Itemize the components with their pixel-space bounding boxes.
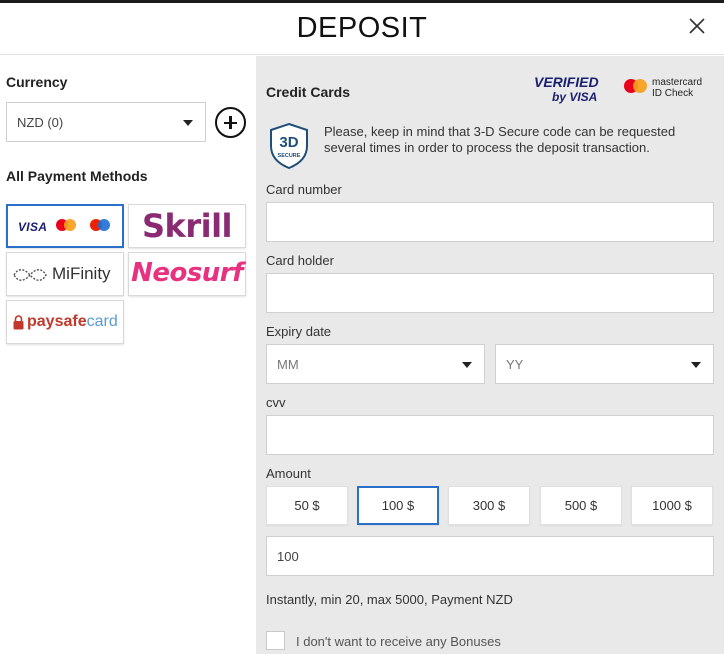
- card-number-label: Card number: [266, 182, 342, 197]
- card-holder-label: Card holder: [266, 253, 334, 268]
- amount-preset-500[interactable]: 500 $: [540, 486, 622, 525]
- mifinity-logo-text: MiFinity: [52, 264, 111, 283]
- expiry-year-select[interactable]: YY: [495, 344, 714, 384]
- skrill-logo: Skrill: [141, 207, 233, 245]
- amount-preset-50[interactable]: 50 $: [266, 486, 348, 525]
- limits-info: Instantly, min 20, max 5000, Payment NZD: [266, 592, 513, 607]
- modal-title: DEPOSIT: [296, 12, 428, 44]
- left-panel: Currency NZD (0) All Payment Methods VIS…: [0, 56, 256, 654]
- section-title: Credit Cards: [266, 84, 351, 100]
- amount-preset-1000[interactable]: 1000 $: [631, 486, 713, 525]
- amount-value: 100: [277, 549, 299, 564]
- payment-methods-label: All Payment Methods: [6, 168, 148, 184]
- mifinity-icon: [12, 267, 48, 283]
- paysafecard-logo: paysafecard: [27, 313, 118, 330]
- mastercard-id-check-logo: mastercard ID Check: [622, 76, 712, 102]
- 3d-secure-icon: 3D SECURE: [268, 122, 310, 170]
- svg-text:3D: 3D: [279, 134, 298, 151]
- currency-label: Currency: [6, 74, 68, 90]
- amount-preset-300[interactable]: 300 $: [448, 486, 530, 525]
- cvv-input[interactable]: [266, 415, 714, 455]
- amount-input[interactable]: 100: [266, 536, 714, 576]
- amount-label: Amount: [266, 466, 311, 481]
- expiry-date-label: Expiry date: [266, 324, 332, 339]
- card-holder-input[interactable]: [266, 273, 714, 313]
- amount-preset-100[interactable]: 100 $: [357, 486, 439, 525]
- cvv-label: cvv: [266, 395, 286, 410]
- no-bonus-label: I don't want to receive any Bonuses: [296, 634, 501, 649]
- currency-select[interactable]: NZD (0): [6, 102, 206, 142]
- close-icon[interactable]: [686, 15, 708, 37]
- expiry-month-select[interactable]: MM: [266, 344, 485, 384]
- visa-logo: VISA: [18, 220, 48, 234]
- payment-method-neosurf[interactable]: Neosurf: [128, 252, 246, 296]
- mastercard-icon: [624, 79, 647, 93]
- neosurf-logo: Neosurf: [131, 258, 243, 288]
- verified-by-visa-logo: VERIFIED by VISA: [534, 74, 599, 104]
- credit-card-form: Credit Cards VERIFIED by VISA mastercard…: [256, 56, 724, 654]
- no-bonus-checkbox[interactable]: [266, 631, 285, 650]
- chevron-down-icon: [183, 120, 193, 126]
- plus-icon: [229, 116, 232, 129]
- payment-method-skrill[interactable]: Skrill: [128, 204, 246, 248]
- expiry-year-placeholder: YY: [506, 357, 524, 372]
- secure-notice: Please, keep in mind that 3-D Secure cod…: [324, 124, 676, 155]
- svg-text:SECURE: SECURE: [278, 153, 301, 159]
- expiry-month-placeholder: MM: [277, 357, 299, 372]
- currency-value: NZD (0): [17, 115, 64, 130]
- maestro-icon: [90, 219, 110, 231]
- lock-icon: [13, 315, 24, 330]
- mastercard-icon: [56, 219, 76, 231]
- chevron-down-icon: [691, 362, 701, 368]
- card-number-input[interactable]: [266, 202, 714, 242]
- add-currency-button[interactable]: [215, 107, 246, 138]
- modal-header: DEPOSIT: [0, 3, 724, 55]
- payment-method-mifinity[interactable]: MiFinity: [6, 252, 124, 296]
- chevron-down-icon: [462, 362, 472, 368]
- payment-method-credit-cards[interactable]: VISA: [6, 204, 124, 248]
- payment-method-paysafecard[interactable]: paysafecard: [6, 300, 124, 344]
